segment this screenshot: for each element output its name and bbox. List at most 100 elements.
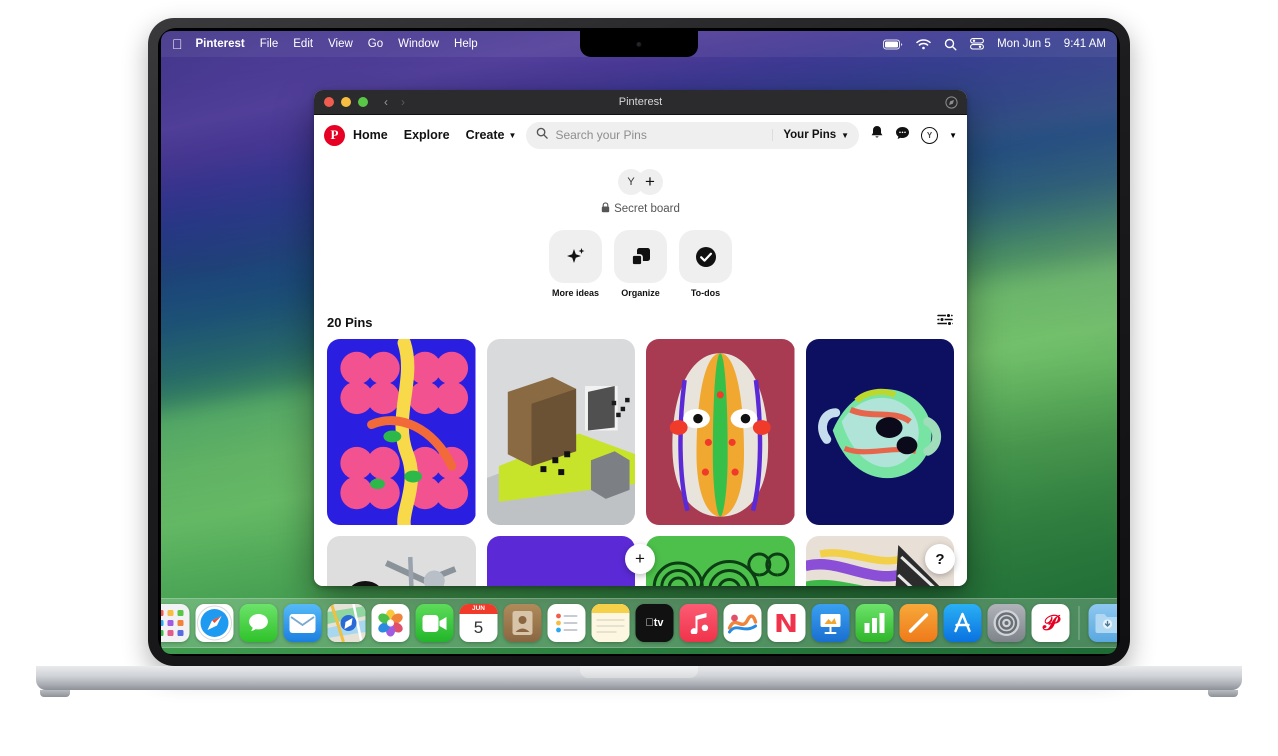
dock-app-pinterest[interactable]: 𝒫 — [1031, 604, 1070, 642]
dock-app-notes[interactable] — [591, 604, 630, 642]
create-pin-fab[interactable]: + — [625, 544, 655, 574]
menu-item-edit[interactable]: Edit — [293, 38, 313, 50]
maximize-button[interactable] — [358, 97, 368, 107]
action-label: Organize — [621, 288, 660, 298]
window-title: Pinterest — [618, 96, 663, 108]
window-title-bar[interactable]: ‹ › Pinterest — [314, 90, 967, 115]
laptop-base — [36, 666, 1242, 690]
chevron-down-icon[interactable]: ▼ — [949, 131, 957, 140]
nav-explore[interactable]: Explore — [404, 128, 450, 142]
action-organize[interactable]: Organize — [614, 230, 667, 298]
board-privacy: Secret board — [601, 202, 680, 216]
dock-app-news[interactable] — [767, 604, 806, 642]
menu-item-help[interactable]: Help — [454, 38, 478, 50]
dock-divider — [1078, 606, 1080, 640]
search-bar[interactable]: Your Pins ▼ — [526, 121, 860, 149]
compass-icon[interactable] — [945, 95, 967, 109]
window-controls[interactable] — [314, 97, 368, 107]
dock-app-launchpad[interactable] — [161, 604, 190, 642]
spotlight-search-icon[interactable] — [944, 38, 957, 51]
dock-app-facetime[interactable] — [415, 604, 454, 642]
pin-card[interactable] — [486, 339, 635, 525]
camera-icon — [636, 42, 642, 47]
pins-toolbar: 20 Pins — [314, 298, 967, 339]
pin-card[interactable] — [327, 339, 476, 525]
dock-app-contacts[interactable] — [503, 604, 542, 642]
board-privacy-label: Secret board — [614, 203, 680, 215]
search-input[interactable] — [555, 128, 762, 142]
forward-button[interactable]: › — [401, 95, 405, 109]
dock-app-reminders[interactable] — [547, 604, 586, 642]
dock-app-keynote[interactable] — [811, 604, 850, 642]
dock-app-maps[interactable] — [327, 604, 366, 642]
menu-app-name[interactable]: Pinterest — [196, 38, 245, 50]
sliders-filter-icon[interactable] — [937, 312, 954, 332]
macbook-pro-mockup:  Pinterest File Edit View Go Window Hel… — [0, 0, 1278, 756]
stacked-squares-icon[interactable] — [614, 230, 667, 283]
help-fab[interactable]: ? — [925, 544, 955, 574]
search-icon — [536, 126, 549, 144]
dock-app-numbers[interactable] — [855, 604, 894, 642]
display-notch — [580, 31, 698, 57]
menubar-date[interactable]: Mon Jun 5 — [997, 38, 1051, 50]
dock-app-pages[interactable] — [899, 604, 938, 642]
dock-app-appstore[interactable] — [943, 604, 982, 642]
pin-card[interactable] — [646, 339, 795, 525]
apple-logo-icon[interactable]:  — [172, 37, 183, 51]
check-circle-icon[interactable] — [679, 230, 732, 283]
add-collaborator-button[interactable]: + — [637, 169, 663, 195]
chat-bubble-icon[interactable] — [895, 126, 910, 145]
dock[interactable]: JUN 5 tv — [161, 598, 1117, 648]
menu-item-go[interactable]: Go — [368, 38, 383, 50]
pin-card[interactable] — [327, 536, 476, 586]
menubar-time[interactable]: 9:41 AM — [1064, 38, 1106, 50]
close-button[interactable] — [324, 97, 334, 107]
pinterest-logo-icon[interactable]: P — [324, 124, 345, 146]
action-todos[interactable]: To-dos — [679, 230, 732, 298]
dock-app-calendar[interactable]: JUN 5 — [459, 604, 498, 642]
menu-item-window[interactable]: Window — [398, 38, 439, 50]
dock-app-mail[interactable] — [283, 604, 322, 642]
dock-app-freeform[interactable] — [723, 604, 762, 642]
wifi-icon[interactable] — [916, 38, 931, 50]
control-center-icon[interactable] — [970, 38, 985, 50]
sparkle-icon[interactable] — [549, 230, 602, 283]
minimize-button[interactable] — [341, 97, 351, 107]
pinterest-header[interactable]: P Home Explore Create ▼ Search your Pins… — [314, 115, 967, 155]
chevron-down-icon: ▼ — [841, 130, 850, 140]
chevron-down-icon: ▼ — [508, 130, 517, 140]
screen:  Pinterest File Edit View Go Window Hel… — [161, 31, 1117, 654]
avatar[interactable]: Y — [921, 126, 939, 144]
collaborators[interactable]: Y + — [618, 169, 663, 195]
laptop-lip — [580, 666, 698, 678]
board-content: Y + Secret board More ideas Organize To-… — [314, 155, 967, 586]
board-actions[interactable]: More ideas Organize To-dos — [549, 230, 732, 298]
bell-icon[interactable] — [870, 125, 884, 145]
laptop-foot-left — [40, 690, 70, 697]
dock-app-music[interactable] — [679, 604, 718, 642]
pins-count: 20 Pins — [327, 314, 373, 330]
pin-card[interactable] — [805, 339, 954, 525]
calendar-day: 5 — [473, 618, 484, 637]
lock-icon — [601, 202, 610, 216]
calendar-month: JUN — [459, 604, 498, 614]
dock-app-appletv[interactable]: tv — [635, 604, 674, 642]
action-label: To-dos — [690, 288, 721, 298]
laptop-foot-right — [1208, 690, 1238, 697]
pin-card[interactable] — [646, 536, 795, 586]
menu-item-file[interactable]: File — [260, 38, 279, 50]
battery-icon[interactable] — [883, 39, 903, 50]
dock-app-messages[interactable] — [239, 604, 278, 642]
back-button[interactable]: ‹ — [384, 95, 388, 109]
pin-card[interactable] — [486, 536, 635, 586]
pinterest-app-window[interactable]: ‹ › Pinterest P Home Explore Create ▼ Se… — [314, 90, 967, 586]
dock-downloads-folder[interactable] — [1088, 604, 1117, 642]
nav-home[interactable]: Home — [353, 128, 388, 142]
dock-app-settings[interactable] — [987, 604, 1026, 642]
dock-app-photos[interactable] — [371, 604, 410, 642]
action-more-ideas[interactable]: More ideas — [549, 230, 602, 298]
nav-create[interactable]: Create ▼ — [466, 128, 517, 142]
dock-app-safari[interactable] — [195, 604, 234, 642]
your-pins-dropdown[interactable]: Your Pins ▼ — [772, 129, 849, 141]
menu-item-view[interactable]: View — [328, 38, 353, 50]
